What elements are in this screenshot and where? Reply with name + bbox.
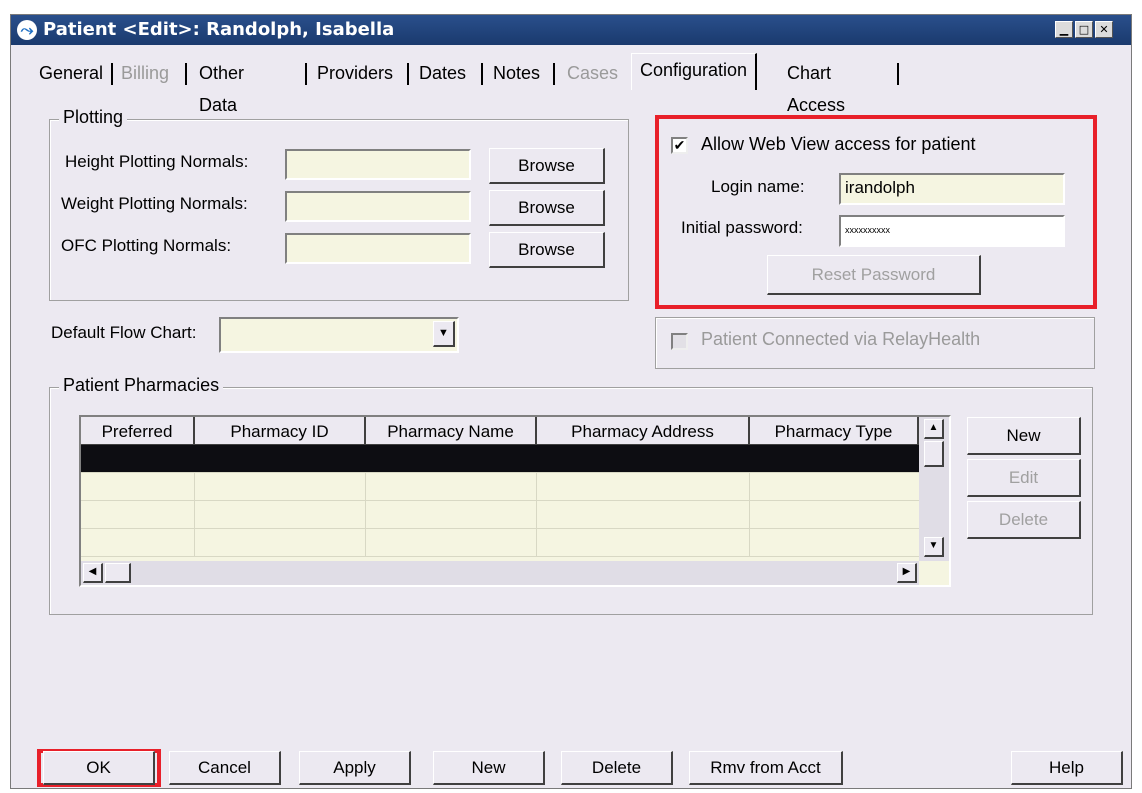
pharmacy-delete-button: Delete [967,501,1081,539]
apply-button[interactable]: Apply [299,751,411,785]
browse-weight-button[interactable]: Browse [489,190,605,226]
column-header-preferred[interactable]: Preferred [81,417,195,445]
ok-button[interactable]: OK [43,751,155,785]
delete-button[interactable]: Delete [561,751,673,785]
tab-notes[interactable]: Notes [493,57,540,89]
login-name-label: Login name: [711,177,805,196]
table-row[interactable] [81,445,919,473]
scroll-right-icon[interactable]: ▶ [897,563,917,583]
pharmacy-edit-button: Edit [967,459,1081,497]
relay-health-checkbox [671,333,688,350]
scroll-up-icon[interactable]: ▲ [924,419,944,439]
tab-other-data[interactable]: Other Data [199,57,244,115]
initial-password-label: Initial password: [681,218,803,237]
maximize-icon[interactable]: □ [1075,21,1093,38]
pharmacies-table[interactable]: Preferred Pharmacy ID Pharmacy Name Phar… [79,415,951,587]
vertical-scroll-thumb[interactable] [924,441,944,467]
window-title: Patient <Edit>: Randolph, Isabella [43,19,395,40]
pharmacy-new-button[interactable]: New [967,417,1081,455]
plotting-legend: Plotting [59,107,128,128]
tab-general[interactable]: General [39,57,103,89]
tab-separator [305,63,307,85]
scroll-left-icon[interactable]: ◀ [83,563,103,583]
tab-separator [553,63,555,85]
horizontal-scrollbar[interactable]: ◀ ▶ [81,561,919,585]
scroll-down-icon[interactable]: ▼ [924,537,944,557]
browse-height-button[interactable]: Browse [489,148,605,184]
tab-chart-access[interactable]: Chart Access [787,57,845,115]
chevron-down-icon[interactable]: ▼ [433,321,455,347]
allow-web-view-label: Allow Web View access for patient [701,134,976,154]
reset-password-button: Reset Password [767,255,981,295]
tab-separator [407,63,409,85]
browse-ofc-button[interactable]: Browse [489,232,605,268]
app-logo-icon: ⤳ [17,20,37,40]
new-button[interactable]: New [433,751,545,785]
tab-configuration[interactable]: Configuration [631,53,758,90]
tab-separator [111,63,113,85]
cancel-button[interactable]: Cancel [169,751,281,785]
relay-health-label: Patient Connected via RelayHealth [701,329,981,349]
horizontal-scroll-thumb[interactable] [105,563,131,583]
minimize-icon[interactable]: ▁ [1055,21,1073,38]
column-header-pharmacy-address[interactable]: Pharmacy Address [537,417,750,445]
login-name-field[interactable]: irandolph [839,173,1065,205]
column-header-pharmacy-type[interactable]: Pharmacy Type [750,417,919,445]
tab-cases: Cases [567,63,619,83]
vertical-scrollbar[interactable]: ▲ ▼ [919,417,949,561]
patient-edit-dialog: ⤳ Patient <Edit>: Randolph, Isabella ▁ □… [10,14,1132,789]
tab-providers[interactable]: Providers [317,57,393,89]
column-header-pharmacy-id[interactable]: Pharmacy ID [195,417,366,445]
default-flow-chart-label: Default Flow Chart: [51,323,197,342]
pharmacies-legend: Patient Pharmacies [59,375,224,396]
height-plotting-label: Height Plotting Normals: [65,152,249,171]
weight-plotting-label: Weight Plotting Normals: [61,194,248,213]
help-button[interactable]: Help [1011,751,1123,785]
table-row[interactable] [81,473,919,501]
ofc-plotting-field[interactable] [285,233,471,264]
table-row[interactable] [81,529,919,557]
close-icon[interactable]: ✕ [1095,21,1113,38]
ofc-plotting-label: OFC Plotting Normals: [61,236,232,255]
tab-billing: Billing [121,63,170,83]
weight-plotting-field[interactable] [285,191,471,222]
table-row[interactable] [81,501,919,529]
tab-separator [185,63,187,85]
column-header-pharmacy-name[interactable]: Pharmacy Name [366,417,537,445]
remove-from-account-button[interactable]: Rmv from Acct [689,751,843,785]
initial-password-field[interactable]: xxxxxxxxxx [839,215,1065,247]
default-flow-chart-select[interactable]: ▼ [219,317,459,353]
tab-separator [897,63,899,85]
title-bar[interactable]: ⤳ Patient <Edit>: Randolph, Isabella ▁ □… [11,15,1131,45]
height-plotting-field[interactable] [285,149,471,180]
tab-dates[interactable]: Dates [419,57,466,89]
tab-separator [481,63,483,85]
allow-web-view-checkbox[interactable]: ✔ [671,137,688,154]
